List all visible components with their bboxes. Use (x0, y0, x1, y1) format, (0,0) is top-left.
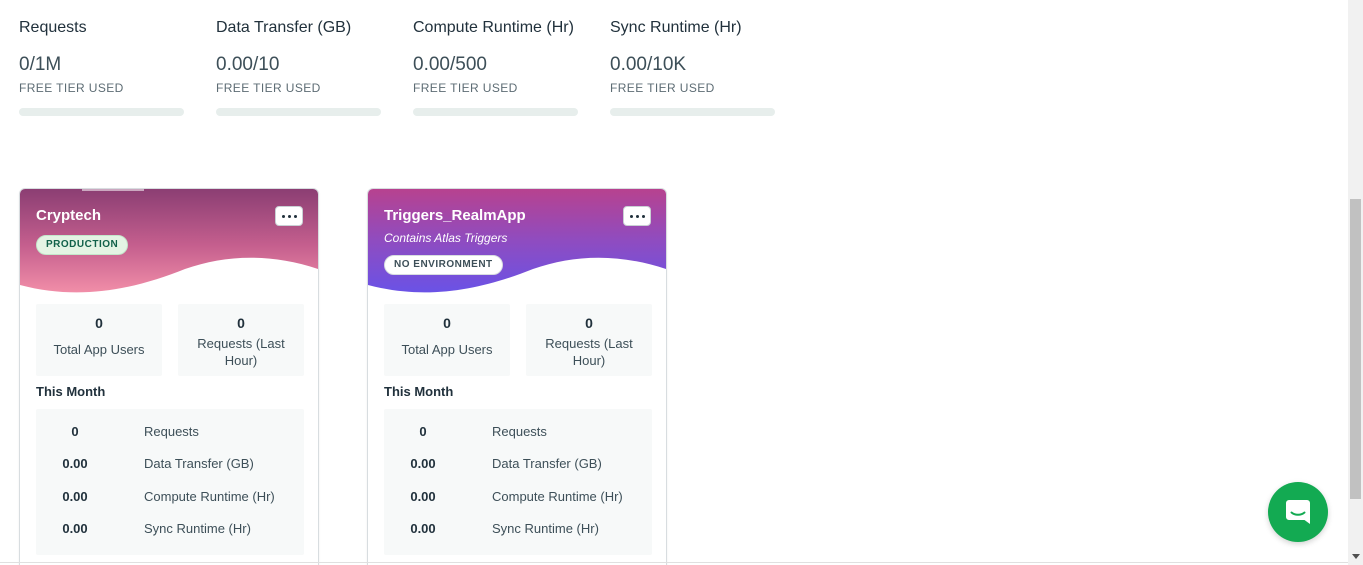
month-row: 0.00 Sync Runtime (Hr) (384, 513, 652, 546)
month-value: 0.00 (62, 456, 88, 472)
usage-title: Data Transfer (GB) (216, 19, 352, 36)
usage-sync-runtime: Sync Runtime (Hr) 0.00/10K FREE TIER USE… (610, 18, 807, 116)
usage-compute-runtime: Compute Runtime (Hr) 0.00/500 FREE TIER … (413, 18, 610, 116)
card-header: Triggers_RealmApp Contains Atlas Trigger… (368, 189, 666, 301)
usage-title: Sync Runtime (Hr) (610, 19, 742, 36)
this-month-heading: This Month (36, 384, 106, 399)
month-label: Compute Runtime (Hr) (492, 488, 623, 504)
usage-progress-bar (610, 108, 775, 116)
app-subtitle: Contains Atlas Triggers (384, 231, 508, 245)
month-value: 0.00 (62, 488, 88, 504)
usage-value: 0.00/10K (610, 54, 687, 75)
usage-requests: Requests 0/1M FREE TIER USED (19, 18, 216, 116)
month-row: 0.00 Compute Runtime (Hr) (36, 480, 304, 513)
usage-caption: FREE TIER USED (19, 81, 124, 95)
month-label: Data Transfer (GB) (492, 456, 602, 472)
metric-label: Total App Users (401, 342, 493, 357)
usage-progress-bar (216, 108, 381, 116)
chat-launcher-button[interactable] (1268, 482, 1328, 542)
metric-label: Requests (Last Hour) (545, 336, 633, 368)
metric-requests-last-hour: 0 Requests (Last Hour) (526, 304, 652, 376)
scroll-down-arrow-icon[interactable] (1352, 554, 1360, 559)
usage-progress-bar (413, 108, 578, 116)
metric-label: Total App Users (53, 342, 145, 357)
app-menu-button[interactable] (623, 206, 651, 226)
app-name[interactable]: Triggers_RealmApp (384, 206, 526, 226)
card-top-accent (82, 189, 144, 191)
month-value: 0.00 (410, 488, 436, 504)
environment-badge: NO ENVIRONMENT (384, 255, 503, 275)
metric-value: 0 (237, 315, 245, 331)
month-label: Sync Runtime (Hr) (144, 521, 251, 537)
usage-value: 0.00/500 (413, 54, 487, 75)
month-value: 0 (71, 423, 79, 439)
month-label: Requests (144, 423, 199, 439)
month-label: Requests (492, 423, 547, 439)
month-value: 0.00 (410, 456, 436, 472)
ellipsis-icon (281, 214, 297, 218)
app-menu-button[interactable] (275, 206, 303, 226)
metric-requests-last-hour: 0 Requests (Last Hour) (178, 304, 304, 376)
app-name[interactable]: Cryptech (36, 206, 101, 226)
this-month-heading: This Month (384, 384, 454, 399)
month-row: 0.00 Data Transfer (GB) (384, 448, 652, 481)
month-label: Sync Runtime (Hr) (492, 521, 599, 537)
app-card-cryptech[interactable]: Cryptech PRODUCTION 0 Total App Users 0 … (19, 188, 319, 565)
month-row: 0 Requests (36, 415, 304, 448)
metric-total-app-users: 0 Total App Users (384, 304, 510, 376)
month-row: 0.00 Compute Runtime (Hr) (384, 480, 652, 513)
metric-label: Requests (Last Hour) (197, 336, 285, 368)
usage-title: Compute Runtime (Hr) (413, 19, 574, 36)
vertical-scrollbar[interactable] (1348, 0, 1363, 565)
month-label: Compute Runtime (Hr) (144, 488, 275, 504)
metric-value: 0 (443, 315, 451, 331)
this-month-table: 0 Requests 0.00 Data Transfer (GB) 0.00 … (36, 409, 304, 555)
usage-value: 0/1M (19, 54, 62, 75)
this-month-table: 0 Requests 0.00 Data Transfer (GB) 0.00 … (384, 409, 652, 555)
usage-caption: FREE TIER USED (610, 81, 715, 95)
environment-badge: PRODUCTION (36, 235, 129, 255)
usage-data-transfer: Data Transfer (GB) 0.00/10 FREE TIER USE… (216, 18, 413, 116)
metric-total-app-users: 0 Total App Users (36, 304, 162, 376)
month-value: 0.00 (410, 521, 436, 537)
card-metrics: 0 Total App Users 0 Requests (Last Hour) (36, 304, 304, 376)
month-row: 0.00 Sync Runtime (Hr) (36, 513, 304, 546)
app-services-dashboard: Requests 0/1M FREE TIER USED Data Transf… (0, 0, 1348, 565)
usage-value: 0.00/10 (216, 54, 280, 75)
free-tier-usage: Requests 0/1M FREE TIER USED Data Transf… (19, 18, 807, 116)
usage-title: Requests (19, 19, 87, 36)
chat-bubble-icon (1286, 500, 1310, 524)
usage-progress-bar (19, 108, 184, 116)
ellipsis-icon (629, 214, 645, 218)
month-label: Data Transfer (GB) (144, 456, 254, 472)
card-metrics: 0 Total App Users 0 Requests (Last Hour) (384, 304, 652, 376)
month-row: 0.00 Data Transfer (GB) (36, 448, 304, 481)
page-bottom-divider (0, 562, 1348, 563)
scrollbar-thumb[interactable] (1350, 199, 1361, 499)
month-value: 0.00 (62, 521, 88, 537)
usage-caption: FREE TIER USED (413, 81, 518, 95)
month-row: 0 Requests (384, 415, 652, 448)
metric-value: 0 (95, 315, 103, 331)
usage-caption: FREE TIER USED (216, 81, 321, 95)
app-card-triggers-realmapp[interactable]: Triggers_RealmApp Contains Atlas Trigger… (367, 188, 667, 565)
card-header: Cryptech PRODUCTION (20, 189, 318, 301)
metric-value: 0 (585, 315, 593, 331)
month-value: 0 (419, 423, 427, 439)
